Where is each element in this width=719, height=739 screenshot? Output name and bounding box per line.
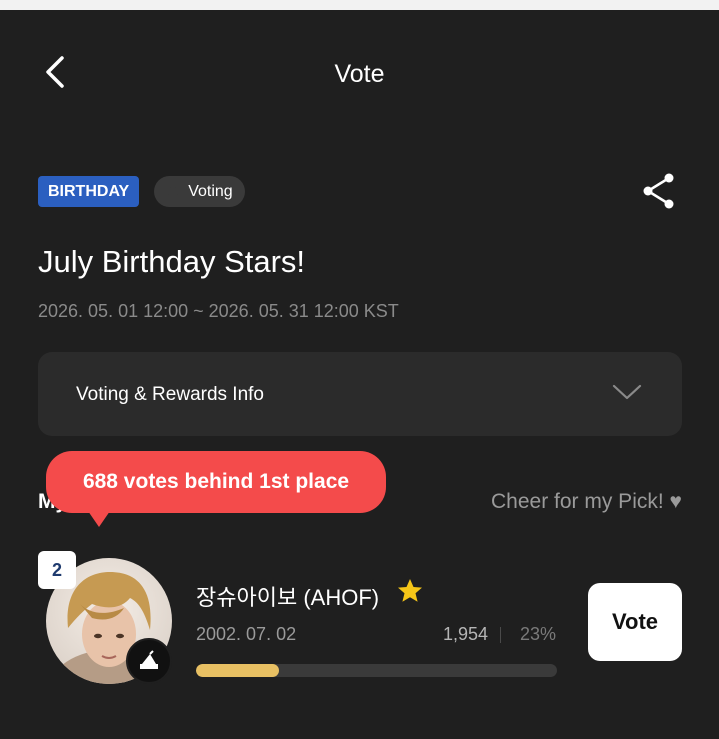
rank-badge: 2 xyxy=(38,551,76,589)
birthday-cake-icon xyxy=(126,638,172,684)
chevron-down-icon xyxy=(612,384,642,400)
vote-button[interactable]: Vote xyxy=(588,583,682,661)
vote-progress-bar xyxy=(196,664,557,677)
share-icon xyxy=(643,173,674,209)
cake-icon xyxy=(140,650,158,669)
info-label: Voting & Rewards Info xyxy=(76,384,264,405)
header: Vote xyxy=(0,10,719,138)
event-tags: BIRTHDAY Voting xyxy=(38,176,245,207)
status-bar xyxy=(0,0,719,10)
gap-tooltip: 688 votes behind 1st place xyxy=(46,451,386,513)
vote-progress-fill xyxy=(196,664,280,677)
star-icon xyxy=(398,579,422,602)
category-tag: BIRTHDAY xyxy=(38,176,140,207)
vote-percent: 23% xyxy=(519,624,556,644)
status-tag-label: Voting xyxy=(188,182,233,200)
next-item-peek xyxy=(0,728,719,739)
status-dot-icon xyxy=(168,186,179,197)
page-title: Vote xyxy=(334,60,385,88)
tooltip-tail xyxy=(88,511,110,527)
voting-rewards-info-toggle[interactable]: Voting & Rewards Info xyxy=(38,352,682,436)
divider xyxy=(500,627,501,643)
share-button[interactable] xyxy=(638,170,680,212)
event-title: July Birthday Stars! xyxy=(38,244,306,279)
event-period: 2026. 05. 01 12:00 ~ 2026. 05. 31 12:00 … xyxy=(38,301,399,321)
candidate-birthdate: 2002. 07. 02 xyxy=(196,624,297,644)
vote-count: 1,954 xyxy=(442,624,488,644)
candidate-name: 장슈아이보 (AHOF) xyxy=(196,585,380,610)
cheer-label[interactable]: Cheer for my Pick! ♥ xyxy=(491,490,682,514)
status-tag: Voting xyxy=(154,176,245,207)
